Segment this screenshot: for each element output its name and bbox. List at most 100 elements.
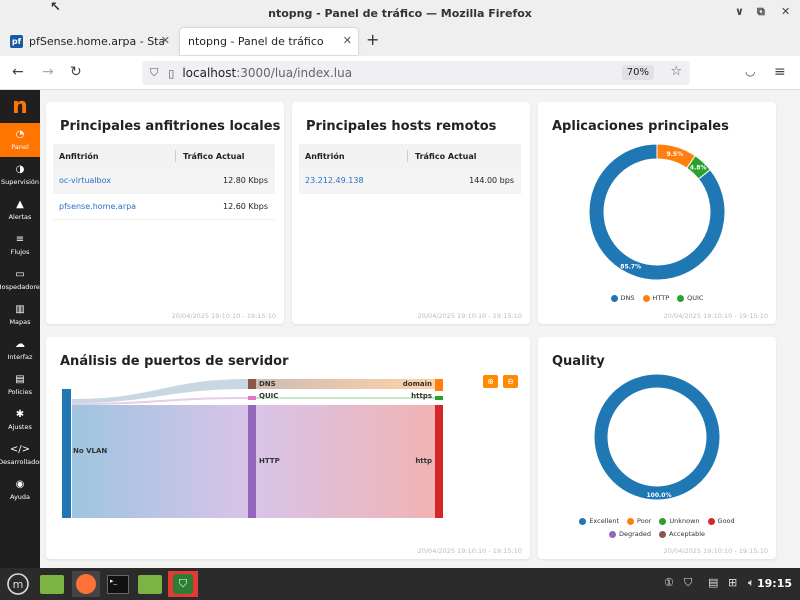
monitoring-icon: ◑ xyxy=(15,164,25,175)
column-header-host[interactable]: Anfitrión xyxy=(305,152,345,161)
sidebar-item-supervision[interactable]: ◑ Supervisión xyxy=(0,158,40,192)
security-app-taskbar-icon[interactable]: ⛉ xyxy=(168,571,198,597)
table-header: Anfitrión Tráfico Actual xyxy=(53,144,275,168)
legend-label: Unknown xyxy=(669,517,700,525)
pocket-icon[interactable]: ◡ xyxy=(745,64,755,78)
network-icon[interactable]: ⊞ xyxy=(728,576,737,589)
sidebar-item-panel[interactable]: ◔ Panel xyxy=(0,123,40,157)
sidebar-item-maps[interactable]: ▥ Mapas xyxy=(0,298,40,332)
volume-icon[interactable]: 🔈︎ xyxy=(748,576,755,590)
firefox-taskbar-icon[interactable] xyxy=(72,571,100,597)
navigation-bar: ← → ↻ ⛉ ▯ localhost:3000/lua/index.lua 7… xyxy=(0,56,800,90)
pfsense-favicon-icon: pf xyxy=(10,35,23,48)
legend-item[interactable]: QUIC xyxy=(677,294,703,302)
dashboard-icon: ◔ xyxy=(15,129,25,140)
new-tab-button[interactable]: + xyxy=(366,30,379,49)
sidebar-item-label: Hospedadores xyxy=(0,283,44,291)
slice-value-label: 9.5% xyxy=(666,151,683,158)
host-link[interactable]: oc-virtualbox xyxy=(59,176,111,185)
card-title: Principales hosts remotos xyxy=(306,119,497,134)
tab-ntopng[interactable]: ntopng - Panel de tráfico ✕ xyxy=(180,28,358,55)
legend-item[interactable]: Unknown xyxy=(659,517,700,525)
gear-icon: ✱ xyxy=(15,409,25,420)
tab-label: pfSense.home.arpa - Status xyxy=(29,35,164,48)
sankey-label: DNS xyxy=(259,380,276,388)
donut-slice[interactable] xyxy=(593,373,721,501)
quality-legend: Excellent Poor Unknown Good Degraded Acceptab… xyxy=(556,517,758,543)
legend-item[interactable]: HTTP xyxy=(642,294,670,302)
zoom-level[interactable]: 70% xyxy=(621,65,654,80)
clipboard-icon[interactable]: ▤ xyxy=(708,576,718,589)
sidebar-item-hosts[interactable]: ▭ Hospedadores xyxy=(0,263,44,297)
minimize-button[interactable]: ∨ xyxy=(735,5,744,18)
sidebar: n ◔ Panel ◑ Supervisión ▲ Alertas ≡ Flujos ▭… xyxy=(0,90,44,568)
legend-item[interactable]: Acceptable xyxy=(658,530,706,538)
shield-tray-icon[interactable]: ⛉ xyxy=(684,576,692,590)
close-tab-icon[interactable]: ✕ xyxy=(161,34,170,47)
url-bar[interactable]: ⛉ ▯ localhost:3000/lua/index.lua 70% ☆ xyxy=(142,61,690,85)
sidebar-item-help[interactable]: ◉ Ayuda xyxy=(0,473,40,507)
maximize-button[interactable]: ⧉ xyxy=(757,5,765,19)
legend-swatch xyxy=(608,530,616,538)
sankey-link xyxy=(256,405,435,518)
sidebar-item-label: Mapas xyxy=(9,318,31,326)
url-path: :3000/lua/index.lua xyxy=(236,66,353,80)
legend-item[interactable]: DNS xyxy=(610,294,635,302)
legend-item[interactable]: Poor xyxy=(627,517,651,525)
column-header-traffic[interactable]: Tráfico Actual xyxy=(183,152,244,161)
legend-item[interactable]: Excellent xyxy=(579,517,619,525)
bookmark-star-icon[interactable]: ☆ xyxy=(670,64,682,79)
column-separator xyxy=(407,150,408,162)
reload-icon[interactable]: ↻ xyxy=(70,64,82,80)
sankey-node xyxy=(435,379,443,391)
terminal-taskbar-icon[interactable]: ▸_ xyxy=(104,571,132,597)
mouse-cursor-icon: ↖ xyxy=(50,0,61,15)
legend-swatch xyxy=(610,294,618,302)
legend-label: HTTP xyxy=(652,294,670,302)
table-row: pfsense.home.arpa 12.60 Kbps xyxy=(53,194,275,220)
sankey-node xyxy=(248,396,256,400)
table-row: oc-virtualbox 12.80 Kbps xyxy=(53,168,275,194)
close-window-button[interactable]: ✕ xyxy=(781,5,790,18)
close-tab-icon[interactable]: ✕ xyxy=(343,34,352,47)
traffic-value: 144.00 bps xyxy=(469,176,514,185)
traffic-value: 12.80 Kbps xyxy=(222,176,268,185)
start-menu-button[interactable]: m xyxy=(4,571,32,597)
legend-label: Acceptable xyxy=(668,530,706,538)
taskbar: m ▸_ ⛉ ① ⛉ ▤ ⊞ 🔈︎ 19:15 xyxy=(0,568,800,600)
legend-item[interactable]: Good xyxy=(707,517,735,525)
legend-swatch xyxy=(627,517,635,525)
forward-arrow-icon[interactable]: → xyxy=(42,64,54,80)
interface-icon: ☁ xyxy=(15,339,25,350)
legend-item[interactable]: Degraded xyxy=(608,530,651,538)
menu-icon[interactable]: ≡ xyxy=(774,64,786,80)
timestamp: 20/04/2025 19:10:10 - 19:15:10 xyxy=(663,312,768,320)
back-arrow-icon[interactable]: ← xyxy=(12,64,24,80)
sidebar-item-interface[interactable]: ☁ Interfaz xyxy=(0,333,40,367)
sidebar-item-policies[interactable]: ▤ Policies xyxy=(0,368,40,402)
top-apps-card: Aplicaciones principales 85.7% 9.5% 4.8% D… xyxy=(538,102,776,324)
column-header-traffic[interactable]: Tráfico Actual xyxy=(415,152,476,161)
timestamp: 20/04/2025 19:10:10 - 19:15:10 xyxy=(417,547,522,555)
host-link[interactable]: pfsense.home.arpa xyxy=(59,202,136,211)
sankey-link xyxy=(72,405,248,518)
shield-icon: ⛉ xyxy=(150,66,159,79)
card-title: Principales anfitriones locales xyxy=(60,119,281,134)
legend-label: QUIC xyxy=(687,294,704,302)
ntopng-logo[interactable]: n xyxy=(0,90,40,122)
tab-pfsense[interactable]: pf pfSense.home.arpa - Status ✕ xyxy=(4,28,176,55)
update-manager-icon[interactable]: ① xyxy=(664,576,674,589)
sidebar-item-flows[interactable]: ≡ Flujos xyxy=(0,228,40,262)
sankey-link xyxy=(256,397,435,399)
sidebar-item-alerts[interactable]: ▲ Alertas xyxy=(0,193,40,227)
sidebar-item-label: Panel xyxy=(11,143,29,151)
sidebar-item-developer[interactable]: </> Desarrollador xyxy=(0,438,42,472)
sankey-node xyxy=(435,405,443,518)
host-link[interactable]: 23.212.49.138 xyxy=(305,176,364,185)
folder-taskbar-icon[interactable] xyxy=(136,571,164,597)
legend-label: Excellent xyxy=(589,517,620,525)
sidebar-item-settings[interactable]: ✱ Ajustes xyxy=(0,403,40,437)
sankey-label: https xyxy=(411,392,432,400)
column-header-host[interactable]: Anfitrión xyxy=(59,152,99,161)
file-manager-launcher-icon[interactable] xyxy=(38,571,66,597)
